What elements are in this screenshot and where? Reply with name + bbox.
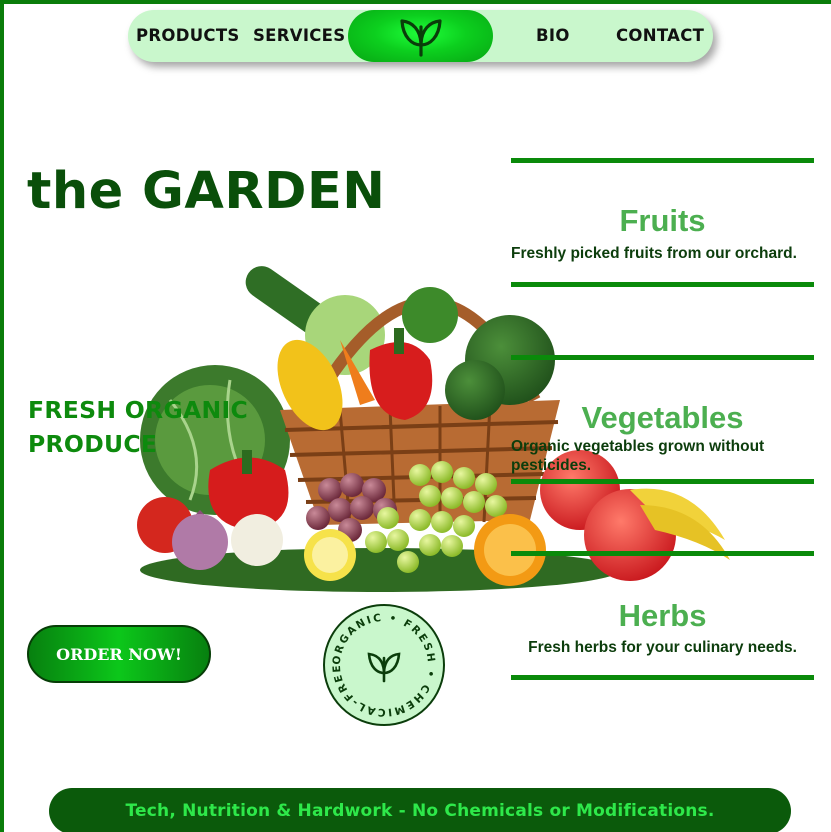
nav-products[interactable]: PRODUCTS <box>136 10 240 62</box>
hero-subtitle: FRESH ORGANIC PRODUCE <box>28 393 288 461</box>
footer-tagline: Tech, Nutrition & Hardwork - No Chemical… <box>125 801 715 821</box>
card-top-rule <box>511 355 814 360</box>
order-now-button[interactable]: ORDER NOW! <box>27 625 211 683</box>
card-description: Fresh herbs for your culinary needs. <box>528 639 797 656</box>
hero-subtitle-line2: PRODUCE <box>28 430 158 458</box>
category-card-herbs[interactable]: Herbs Fresh herbs for your culinary need… <box>511 551 814 683</box>
card-bottom-rule <box>511 675 814 680</box>
card-description: Freshly picked fruits from our orchard. <box>511 245 797 262</box>
hero-subtitle-line1: FRESH ORGANIC <box>28 396 249 424</box>
card-description: Organic vegetables grown without pestici… <box>511 438 765 474</box>
card-title: Vegetables <box>581 400 744 435</box>
card-title: Fruits <box>619 203 706 238</box>
footer-banner: Tech, Nutrition & Hardwork - No Chemical… <box>49 788 791 832</box>
nav-bio[interactable]: BIO <box>536 10 570 62</box>
nav-services[interactable]: SERVICES <box>253 10 345 62</box>
nav-logo-button[interactable] <box>348 10 493 62</box>
card-top-rule <box>511 158 814 163</box>
card-bottom-rule <box>511 479 814 484</box>
category-card-fruits[interactable]: Fruits Freshly picked fruits from our or… <box>511 158 814 290</box>
nav-contact[interactable]: CONTACT <box>616 10 704 62</box>
card-top-rule <box>511 551 814 556</box>
page-title: the GARDEN <box>27 162 386 221</box>
organic-badge: ORGANIC • FRESH • CHEMICAL-FREE • <box>322 603 445 726</box>
leaf-sprout-icon <box>399 19 442 57</box>
top-nav: PRODUCTS SERVICES BIO CONTACT <box>128 10 713 62</box>
category-card-vegetables[interactable]: Vegetables Organic vegetables grown with… <box>511 355 814 487</box>
card-bottom-rule <box>511 282 814 287</box>
card-title: Herbs <box>618 598 707 633</box>
